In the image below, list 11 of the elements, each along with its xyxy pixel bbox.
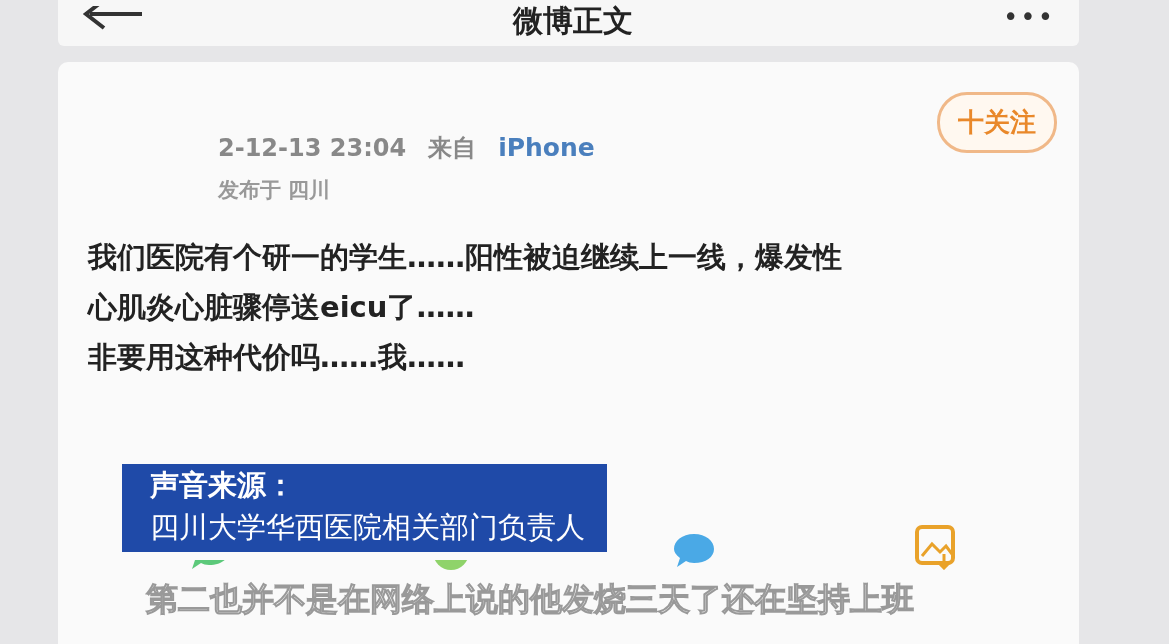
- page-title: 微博正文: [513, 1, 634, 40]
- subtitle: 第二也并不是在网络上说的他发烧三天了还在坚持上班: [146, 579, 914, 620]
- caption-heading: 声音来源：: [150, 467, 296, 504]
- post-text: 我们医院有个研一的学生……阳性被迫继续上一线，爆发性 心肌炎心脏骤停送eicu了…… 非要用这种代价吗……我……: [88, 242, 843, 374]
- caption-speaker: 四川大学华西医院相关部门负责人: [150, 509, 585, 546]
- source-label: 来自: [428, 133, 477, 164]
- device-link[interactable]: iPhone: [498, 133, 595, 162]
- post-time: 2-12-13 23:04: [218, 134, 407, 162]
- post-location: 发布于 四川: [218, 177, 332, 204]
- more-button[interactable]: •••: [1002, 2, 1055, 32]
- follow-button[interactable]: 十关注: [937, 92, 1057, 153]
